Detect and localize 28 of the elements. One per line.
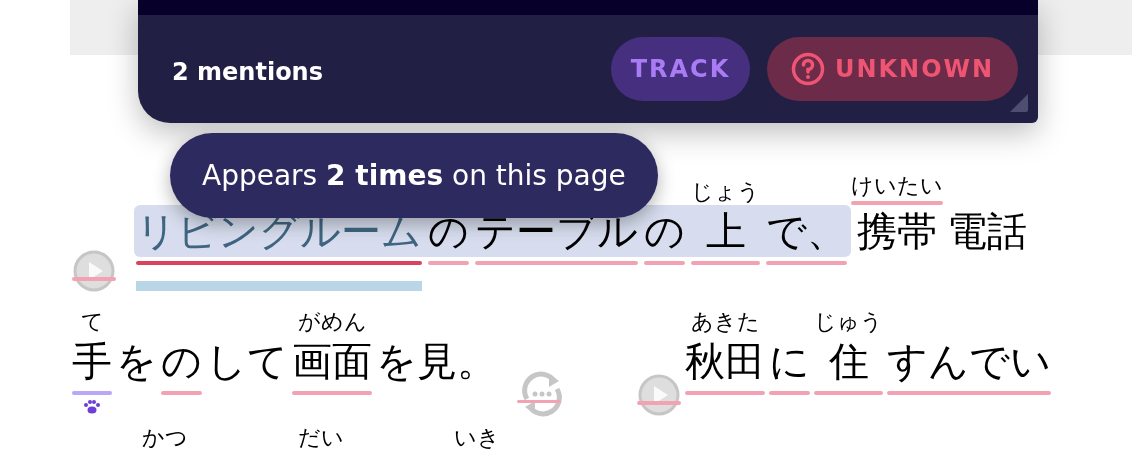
- word[interactable]: 画面: [292, 335, 372, 387]
- furigana: かつ: [142, 425, 188, 451]
- furigana: だい: [298, 425, 344, 451]
- word[interactable]: 上: [705, 205, 746, 257]
- furigana: じゅう: [814, 309, 883, 335]
- word[interactable]: すんでい: [887, 335, 1051, 387]
- tooltip-text: Appears 2 times on this page: [202, 157, 626, 194]
- word[interactable]: 携帯: [857, 205, 937, 257]
- furigana: じょう: [691, 179, 760, 205]
- word[interactable]: 秋田: [685, 335, 765, 387]
- furigana: けいたい: [851, 173, 943, 199]
- word[interactable]: の: [161, 335, 202, 387]
- word[interactable]: の: [644, 205, 685, 257]
- furigana: がめん: [297, 309, 367, 335]
- question-icon: [790, 52, 825, 86]
- furigana: て: [80, 309, 104, 335]
- word[interactable]: して: [206, 335, 288, 387]
- furigana: あきた: [690, 309, 760, 335]
- word[interactable]: に: [769, 335, 810, 387]
- word[interactable]: 手: [72, 335, 112, 387]
- word[interactable]: 住: [828, 335, 869, 387]
- word[interactable]: 電話: [947, 205, 1027, 257]
- word[interactable]: を: [116, 335, 157, 387]
- resize-handle-icon: [1008, 92, 1030, 114]
- mentions-count: 2 mentions: [172, 57, 323, 88]
- word[interactable]: で、: [766, 205, 847, 257]
- word[interactable]: を見。: [376, 335, 497, 387]
- furigana: いき: [454, 425, 500, 451]
